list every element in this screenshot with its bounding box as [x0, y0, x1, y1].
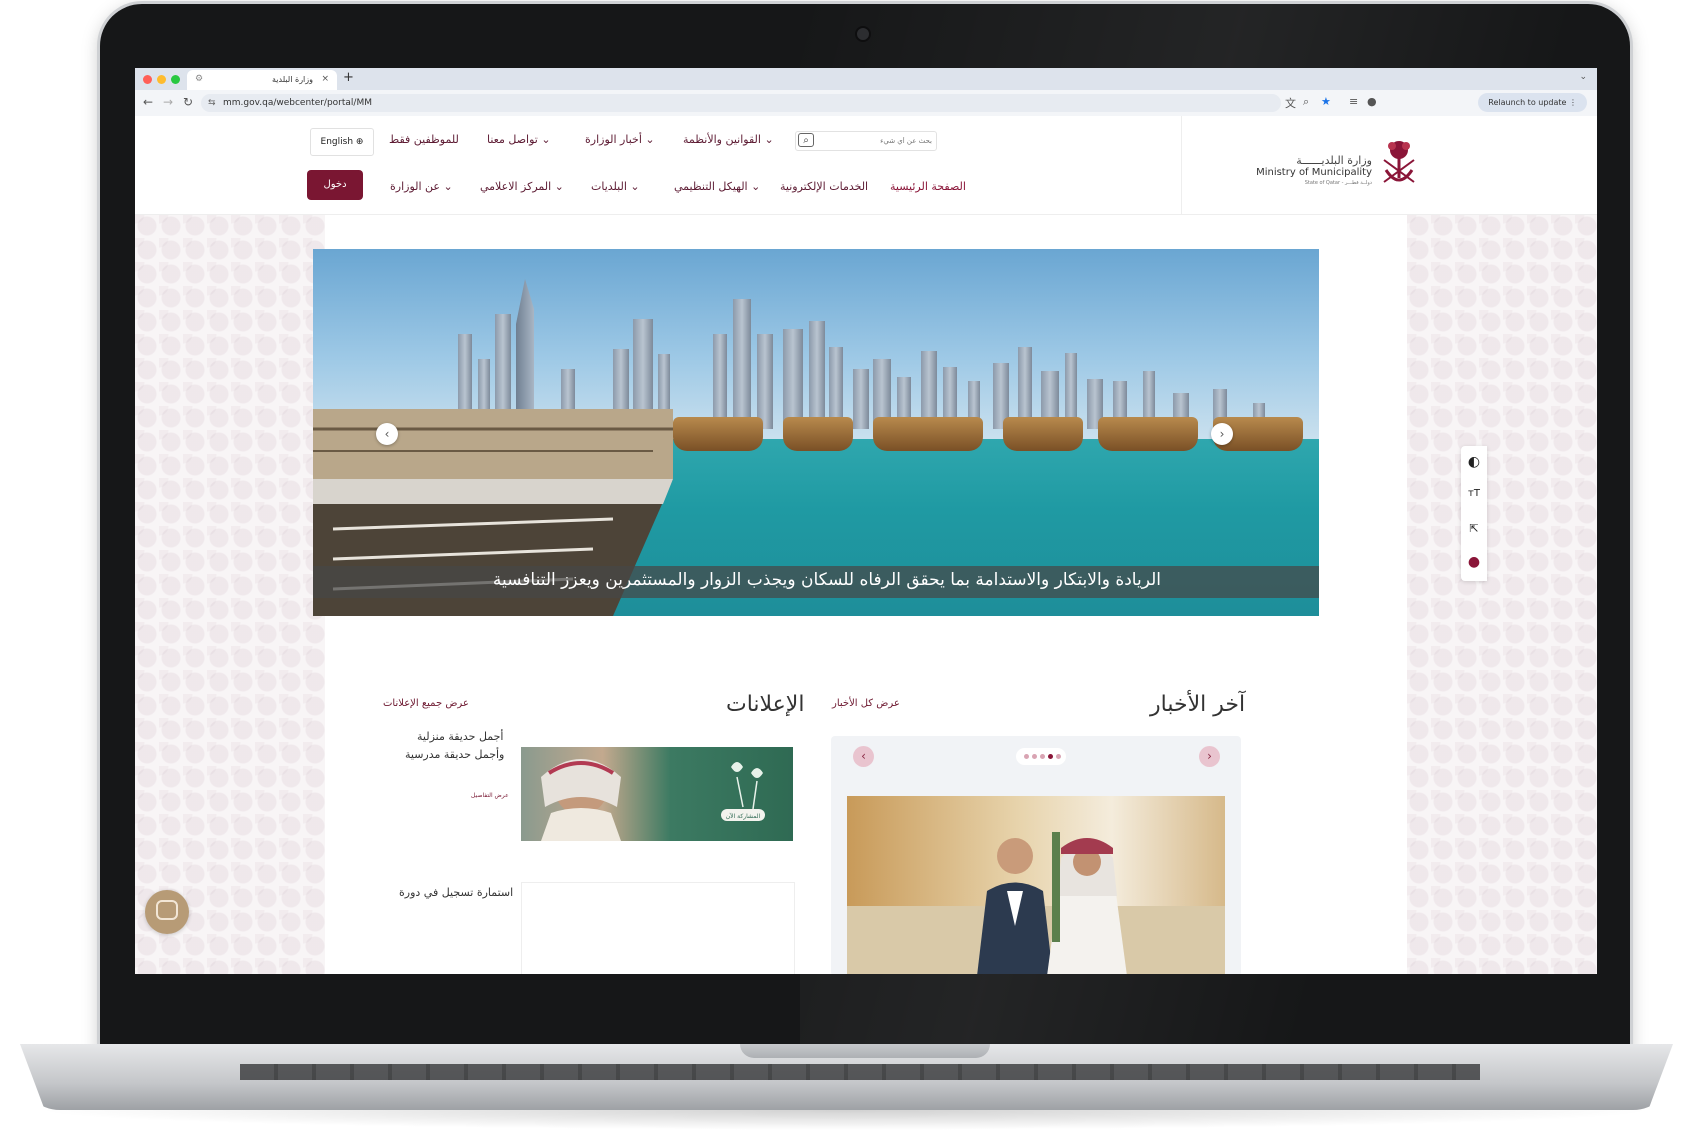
browser-tab[interactable]: ⚙ وزارة البلدية × [187, 70, 337, 90]
accessibility-toolbar: ◐ тT ⇱ ● [1461, 446, 1487, 581]
info-icon[interactable]: ● [1461, 554, 1487, 570]
laptop-screen: ⚙ وزارة البلدية × + ⌄ ← → ↻ ⇆ mm.gov.qa/… [135, 68, 1597, 974]
announcement-2-title[interactable]: استمارة تسجيل في دورة [399, 886, 513, 899]
news-next-button[interactable]: › [1199, 746, 1220, 767]
reload-icon[interactable]: ↻ [183, 95, 193, 109]
url-text: mm.gov.qa/webcenter/portal/MM [223, 98, 372, 108]
address-bar[interactable]: ⇆ mm.gov.qa/webcenter/portal/MM [201, 94, 1281, 112]
nav-media-center[interactable]: ⌄ المركز الاعلامي [480, 180, 564, 193]
laptop-notch [740, 1044, 990, 1058]
hero-slider: ‹ › الريادة والابتكار والاستدامة بما يحق… [313, 249, 1319, 616]
site-info-icon[interactable]: ⇆ [208, 94, 216, 112]
bookmark-star-icon[interactable]: ★ [1321, 95, 1331, 108]
chatbot-icon[interactable] [145, 890, 189, 934]
announcements-title: الإعلانات [726, 692, 805, 717]
nav-home[interactable]: الصفحة الرئيسية [890, 180, 966, 193]
poster-button-text: المشاركة الآن [726, 812, 761, 820]
qatar-emblem-icon [1383, 141, 1415, 183]
search-icon[interactable]: ⌕ [798, 133, 814, 147]
nav-about[interactable]: ⌄ عن الوزارة [390, 180, 453, 193]
news-pager [1016, 748, 1066, 765]
announcement-poster[interactable]: المشاركة الآن [521, 747, 793, 841]
hero-caption-bar: الريادة والابتكار والاستدامة بما يحقق ال… [313, 566, 1319, 598]
logo-state: State of Qatar - دولــة قطـــر [1304, 180, 1372, 186]
cursor-icon[interactable]: ⇱ [1461, 522, 1487, 535]
topnav-employees[interactable]: للموظفين فقط [389, 133, 459, 146]
relaunch-button[interactable]: Relaunch to update ⋮ [1478, 93, 1587, 112]
logo-name-ar: وزارة البلديــــــة [1296, 154, 1372, 167]
window-close-icon[interactable] [143, 75, 152, 84]
window-maximize-icon[interactable] [171, 75, 180, 84]
tab-favicon-icon: ⚙ [195, 74, 204, 84]
nav-org-structure[interactable]: ⌄ الهيكل التنظيمي [674, 180, 760, 193]
pager-dot[interactable] [1032, 754, 1037, 759]
camera-icon [855, 26, 871, 42]
translate-icon[interactable]: 文 [1285, 95, 1296, 111]
topnav-contact[interactable]: ⌄ تواصل معنا [487, 133, 551, 146]
topnav-news[interactable]: ⌄ أخبار الوزارة [585, 133, 655, 146]
back-icon[interactable]: ← [143, 95, 153, 109]
window-minimize-icon[interactable] [157, 75, 166, 84]
font-size-icon[interactable]: тT [1461, 488, 1487, 499]
pager-dot[interactable] [1056, 754, 1061, 759]
announcement-1-line2[interactable]: وأجمل حديقة مدرسية [405, 746, 504, 764]
hero-next-button[interactable]: › [1211, 423, 1233, 445]
forward-icon[interactable]: → [163, 95, 173, 109]
hero-caption: الريادة والابتكار والاستدامة بما يحقق ال… [492, 570, 1161, 590]
logo-name-en: Ministry of Municipality [1256, 167, 1372, 178]
zoom-icon[interactable]: ⌕ [1303, 95, 1309, 109]
search-input[interactable] [818, 133, 934, 149]
extensions-icon[interactable]: ≡ [1349, 95, 1358, 108]
news-card: ‹ › [831, 736, 1241, 974]
pager-dot[interactable] [1040, 754, 1045, 759]
pager-dot-active[interactable] [1048, 754, 1053, 759]
login-button[interactable]: دخول [307, 170, 363, 200]
announcement-1-details-link[interactable]: عرض التفاصيل [471, 792, 509, 799]
globe-icon: ⊕ [355, 137, 364, 147]
browser-tab-bar: ⚙ وزارة البلدية × + ⌄ [135, 68, 1597, 90]
tab-close-icon[interactable]: × [321, 74, 329, 84]
site-header: وزارة البلديــــــة Ministry of Municipa… [135, 116, 1597, 215]
announcements-view-all-link[interactable]: عرض جميع الإعلانات [383, 698, 469, 709]
website: وزارة البلديــــــة Ministry of Municipa… [135, 116, 1597, 974]
news-photo[interactable] [847, 796, 1225, 974]
nav-municipalities[interactable]: ⌄ البلديات [591, 180, 640, 193]
contrast-icon[interactable]: ◐ [1461, 454, 1487, 470]
news-view-all-link[interactable]: عرض كل الأخبار [832, 698, 900, 709]
profile-avatar-icon[interactable]: ● [1367, 95, 1377, 108]
keyboard-edge [240, 1064, 1480, 1080]
topnav-laws[interactable]: ⌄ القوانين والأنظمة [683, 133, 774, 146]
news-title: آخر الأخبار [1150, 692, 1246, 717]
new-tab-button[interactable]: + [343, 70, 354, 85]
relaunch-label: Relaunch to update [1488, 98, 1567, 107]
site-search: ⌕ [795, 131, 937, 151]
announcement-1-line1[interactable]: أجمل حديقة منزلية [417, 728, 504, 746]
nav-eservices[interactable]: الخدمات الإلكترونية [780, 180, 868, 193]
language-label: English [320, 137, 354, 147]
browser-toolbar: ← → ↻ ⇆ mm.gov.qa/webcenter/portal/MM 文 … [135, 90, 1597, 117]
language-button[interactable]: English ⊕ [310, 128, 374, 156]
tab-title: وزارة البلدية [272, 75, 313, 84]
pager-dot[interactable] [1024, 754, 1029, 759]
ministry-logo[interactable]: وزارة البلديــــــة Ministry of Municipa… [1256, 138, 1420, 194]
hero-prev-button[interactable]: ‹ [376, 423, 398, 445]
announcement-2-card[interactable] [521, 882, 795, 974]
tab-list-chevron-icon[interactable]: ⌄ [1579, 72, 1587, 82]
news-prev-button[interactable]: ‹ [853, 746, 874, 767]
